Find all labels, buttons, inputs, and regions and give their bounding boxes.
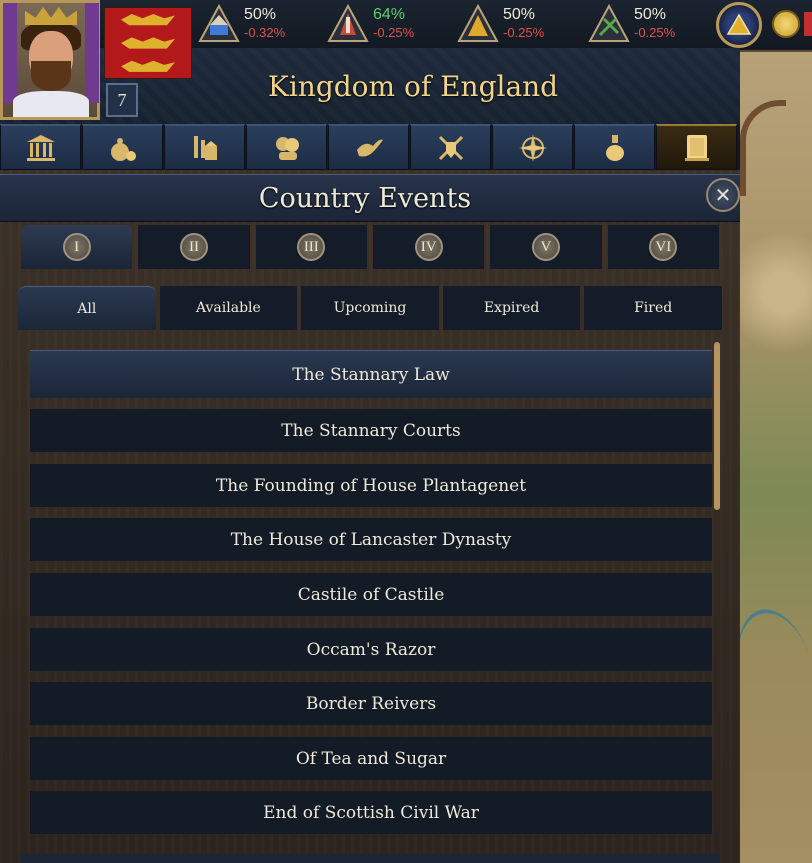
tab-diplomacy[interactable] <box>246 124 327 170</box>
filter-available[interactable]: Available <box>159 286 298 330</box>
event-item[interactable]: The Stannary Courts <box>30 409 712 452</box>
era-tab-4[interactable]: IV <box>371 224 486 270</box>
tab-technology[interactable] <box>574 124 655 170</box>
era-tabs: I II III IV V VI <box>20 224 720 274</box>
estate-delta: -0.25% <box>634 25 676 40</box>
tab-production[interactable] <box>164 124 245 170</box>
map-frame-ornament <box>740 100 786 196</box>
lion-icon <box>121 60 175 72</box>
map-river <box>740 600 812 740</box>
clergy-estate-icon <box>198 3 240 45</box>
estate-percent: 50% <box>244 6 277 23</box>
close-button[interactable]: ✕ <box>706 178 740 212</box>
era-numeral: IV <box>414 233 443 261</box>
estate-delta: -0.32% <box>244 25 286 40</box>
production-icon <box>193 135 217 160</box>
ruler-rank-badge: 7 <box>106 83 138 117</box>
event-item[interactable]: Of Tea and Sugar <box>30 737 712 780</box>
burghers-estate-icon <box>457 3 499 45</box>
era-numeral: VI <box>649 233 678 261</box>
triangle-emblem-icon <box>726 13 752 35</box>
event-item[interactable]: Occam's Razor <box>30 628 712 671</box>
filter-expired[interactable]: Expired <box>442 286 581 330</box>
estate-delta: -0.25% <box>373 25 415 40</box>
estate-percent: 50% <box>503 6 536 23</box>
diplomacy-icon <box>275 136 299 160</box>
filter-fired[interactable]: Fired <box>584 286 722 330</box>
ruler-beard <box>31 61 71 91</box>
panel-bottom-edge <box>20 854 720 863</box>
estate-nobility[interactable]: 64% -0.25% <box>327 3 447 45</box>
portrait-ribbon <box>3 3 17 103</box>
estate-percent: 50% <box>634 6 667 23</box>
government-icon <box>26 134 55 161</box>
ruler-portrait[interactable] <box>0 0 100 120</box>
event-list-scrollbar[interactable] <box>714 342 720 510</box>
estate-percent: 64% <box>373 6 406 23</box>
economy-icon <box>110 137 136 161</box>
gold-coin-icon[interactable] <box>772 10 800 38</box>
close-icon: ✕ <box>714 183 732 207</box>
era-tab-1[interactable]: I <box>20 224 134 270</box>
event-item[interactable]: Border Reivers <box>30 682 712 725</box>
technology-flask-icon <box>605 134 624 161</box>
military-icon <box>438 135 463 160</box>
estate-delta: -0.25% <box>503 25 545 40</box>
panel-title: Country Events <box>258 182 472 214</box>
era-numeral: I <box>62 233 91 261</box>
nobility-estate-icon <box>327 3 369 45</box>
tab-economy[interactable] <box>82 124 163 170</box>
tab-military[interactable] <box>410 124 491 170</box>
era-numeral: V <box>531 233 560 261</box>
panel-title-bar: Country Events <box>0 174 740 222</box>
tab-government[interactable] <box>0 124 81 170</box>
era-numeral: II <box>179 233 208 261</box>
treasury-indicator <box>804 12 812 36</box>
peasants-estate-icon <box>588 3 630 45</box>
events-book-icon <box>684 134 709 161</box>
era-tab-3[interactable]: III <box>254 224 368 270</box>
tab-peace[interactable] <box>328 124 409 170</box>
country-events-panel: Country Events ✕ I II III IV V VI All Av… <box>0 170 740 863</box>
event-item[interactable]: The House of Lancaster Dynasty <box>30 518 712 561</box>
estate-clergy[interactable]: 50% -0.32% <box>198 3 318 45</box>
era-tab-2[interactable]: II <box>137 224 251 270</box>
event-item[interactable]: End of Scottish Civil War <box>30 791 712 834</box>
event-filter-tabs: All Available Upcoming Expired Fired <box>18 286 722 332</box>
peace-dove-icon <box>356 139 383 156</box>
era-tab-5[interactable]: V <box>489 224 603 270</box>
estate-peasants[interactable]: 50% -0.25% <box>588 3 708 45</box>
world-map[interactable] <box>740 48 812 863</box>
lion-icon <box>121 14 175 26</box>
lion-icon <box>121 37 175 49</box>
estates-overview-button[interactable] <box>716 2 762 48</box>
country-name: Kingdom of England <box>267 69 559 103</box>
era-tab-6[interactable]: VI <box>606 224 720 270</box>
exploration-compass-icon <box>518 133 547 162</box>
category-tabs <box>0 124 740 170</box>
event-list: The Stannary Law The Stannary Courts The… <box>30 350 712 850</box>
event-item[interactable]: Castile of Castile <box>30 573 712 616</box>
event-item[interactable]: The Stannary Law <box>30 350 712 398</box>
tab-exploration[interactable] <box>492 124 573 170</box>
era-numeral: III <box>297 233 326 261</box>
crown-icon <box>25 7 77 25</box>
tab-events[interactable] <box>656 124 737 170</box>
country-flag[interactable] <box>104 7 192 79</box>
ruler-collar <box>13 91 89 117</box>
filter-upcoming[interactable]: Upcoming <box>301 286 439 330</box>
filter-all[interactable]: All <box>18 286 156 330</box>
portrait-ribbon <box>85 3 99 103</box>
estate-burghers[interactable]: 50% -0.25% <box>457 3 577 45</box>
event-item[interactable]: The Founding of House Plantagenet <box>30 464 712 507</box>
